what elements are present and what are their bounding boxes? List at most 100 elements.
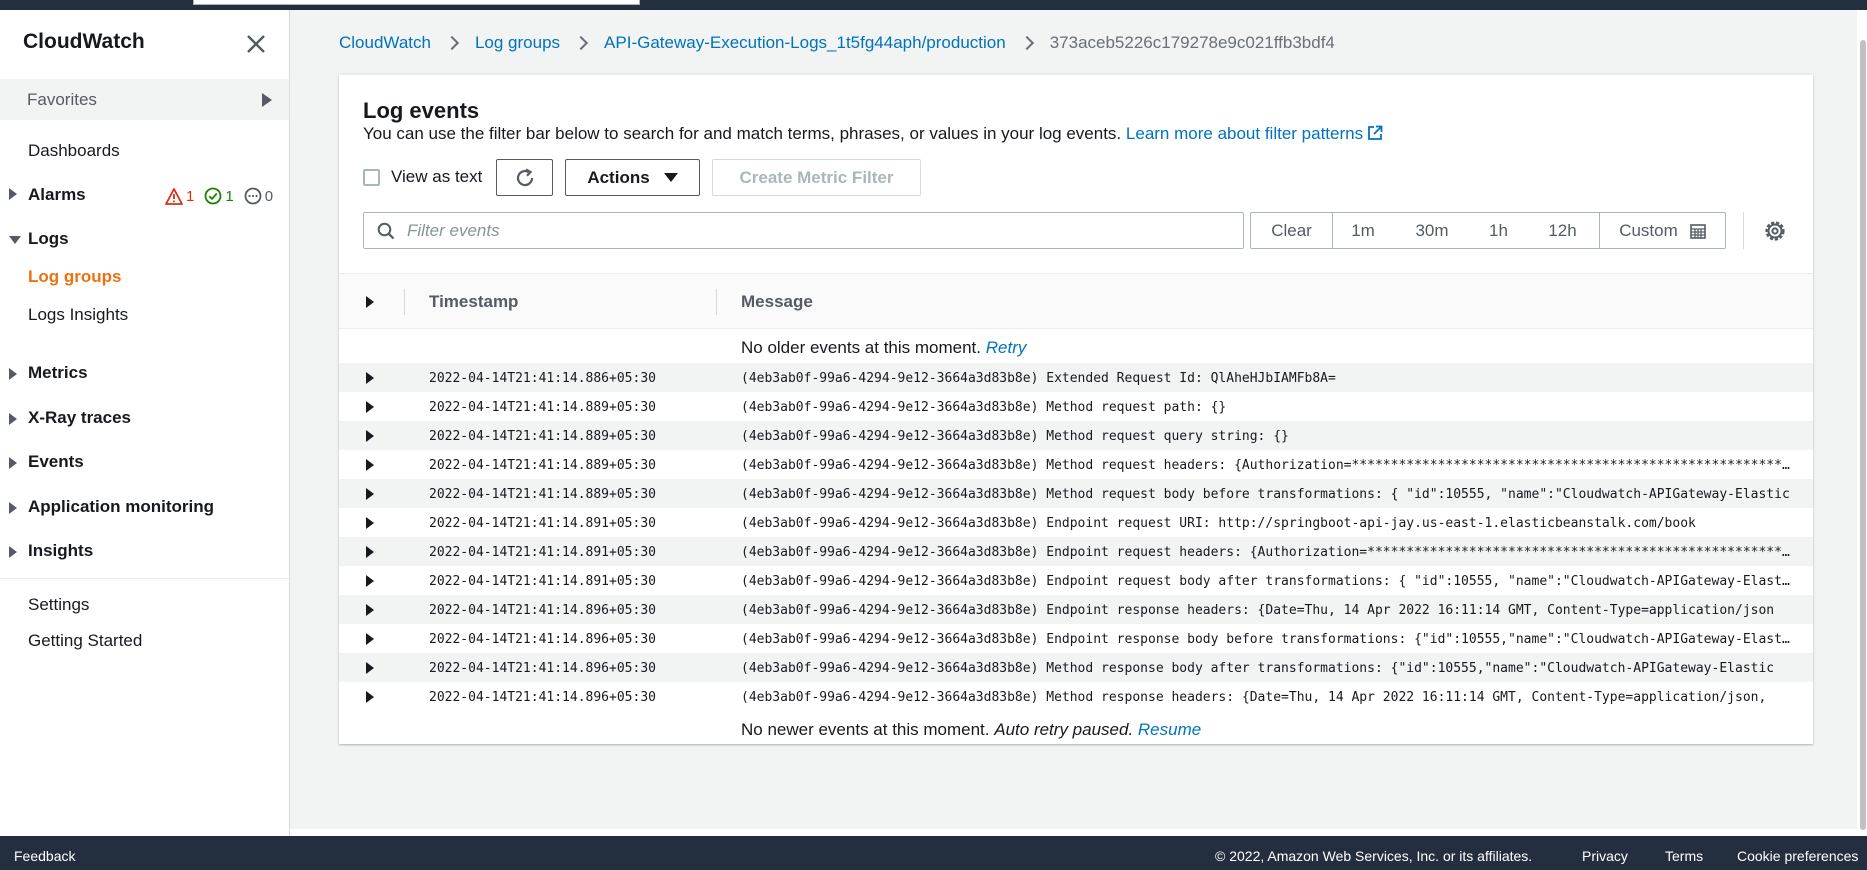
- breadcrumb-log-groups[interactable]: Log groups: [475, 33, 560, 53]
- expand-row-icon[interactable]: [366, 488, 374, 500]
- favorites-section[interactable]: Favorites: [0, 79, 289, 120]
- range-12h[interactable]: 12h: [1526, 213, 1600, 248]
- range-30m[interactable]: 30m: [1393, 213, 1471, 248]
- expand-row-icon[interactable]: [366, 575, 374, 587]
- log-timestamp: 2022-04-14T21:41:14.889+05:30: [429, 487, 656, 502]
- create-metric-filter-button[interactable]: Create Metric Filter: [712, 159, 921, 196]
- table-row[interactable]: 2022-04-14T21:41:14.896+05:30 (4eb3ab0f-9…: [339, 624, 1813, 653]
- table-row[interactable]: 2022-04-14T21:41:14.889+05:30 (4eb3ab0f-9…: [339, 392, 1813, 421]
- column-header-timestamp[interactable]: Timestamp: [429, 292, 518, 312]
- expand-row-icon[interactable]: [366, 459, 374, 471]
- privacy-link[interactable]: Privacy: [1582, 848, 1628, 864]
- table-row[interactable]: 2022-04-14T21:41:14.891+05:30 (4eb3ab0f-9…: [339, 537, 1813, 566]
- insufficient-badge[interactable]: 0: [244, 187, 273, 205]
- table-row[interactable]: 2022-04-14T21:41:14.891+05:30 (4eb3ab0f-9…: [339, 566, 1813, 595]
- expand-row-icon[interactable]: [366, 401, 374, 413]
- expand-row-icon[interactable]: [366, 662, 374, 674]
- search-box-edge[interactable]: [193, 0, 640, 5]
- caret-right-icon[interactable]: [366, 296, 374, 308]
- expand-row-icon[interactable]: [366, 430, 374, 442]
- column-header-message[interactable]: Message: [741, 292, 813, 312]
- console-footer: Feedback © 2022, Amazon Web Services, In…: [0, 836, 1867, 870]
- table-row[interactable]: 2022-04-14T21:41:14.896+05:30 (4eb3ab0f-9…: [339, 595, 1813, 624]
- learn-more-link[interactable]: Learn more about filter patterns: [1126, 124, 1383, 143]
- log-timestamp: 2022-04-14T21:41:14.886+05:30: [429, 371, 656, 386]
- description-text: You can use the filter bar below to sear…: [363, 124, 1122, 143]
- filter-events-field[interactable]: [363, 212, 1244, 249]
- column-divider: [716, 289, 717, 315]
- clear-button[interactable]: Clear: [1251, 213, 1333, 248]
- ok-badge[interactable]: 1: [204, 187, 234, 205]
- table-row[interactable]: 2022-04-14T21:41:14.886+05:30 (4eb3ab0f-9…: [339, 363, 1813, 392]
- sidebar-item-getting-started[interactable]: Getting Started: [28, 631, 142, 651]
- expand-row-icon[interactable]: [366, 372, 374, 384]
- log-message: (4eb3ab0f-99a6-4294-9e12-3664a3d83b8e) E…: [741, 516, 1696, 531]
- alarm-status-badges[interactable]: 1 1 0: [165, 187, 279, 205]
- breadcrumb-log-group[interactable]: API-Gateway-Execution-Logs_1t5fg44aph/pr…: [604, 33, 1006, 53]
- refresh-icon: [516, 168, 533, 186]
- caret-right-icon[interactable]: [9, 188, 17, 200]
- sidebar-item-settings[interactable]: Settings: [28, 595, 89, 615]
- log-timestamp: 2022-04-14T21:41:14.889+05:30: [429, 429, 656, 444]
- search-icon: [377, 222, 395, 239]
- sidebar-item-alarms[interactable]: Alarms: [28, 185, 86, 205]
- resume-link[interactable]: Resume: [1138, 720, 1201, 739]
- view-as-text-checkbox[interactable]: [363, 168, 380, 186]
- caret-right-icon[interactable]: [9, 502, 17, 514]
- column-divider: [404, 289, 405, 315]
- expand-row-icon[interactable]: [366, 691, 374, 703]
- sidebar-item-logs-insights[interactable]: Logs Insights: [28, 305, 128, 325]
- sidebar-item-dashboards[interactable]: Dashboards: [28, 141, 120, 161]
- caret-right-icon[interactable]: [9, 368, 17, 380]
- caret-right-icon[interactable]: [9, 457, 17, 469]
- in-alarm-badge[interactable]: 1: [165, 188, 194, 205]
- gear-icon[interactable]: [1763, 219, 1787, 243]
- expand-row-icon[interactable]: [366, 546, 374, 558]
- caret-down-icon: [663, 173, 678, 182]
- sidebar-item-logs[interactable]: Logs: [28, 229, 69, 249]
- side-navigation: CloudWatch Favorites Dashboards Alarms 1…: [0, 10, 290, 836]
- sidebar-item-events[interactable]: Events: [28, 452, 84, 472]
- caret-right-icon[interactable]: [9, 546, 17, 558]
- custom-range-button[interactable]: Custom: [1600, 213, 1725, 248]
- log-events-panel: Log events You can use the filter bar be…: [339, 74, 1813, 744]
- close-icon[interactable]: [244, 32, 268, 56]
- table-row[interactable]: 2022-04-14T21:41:14.896+05:30 (4eb3ab0f-9…: [339, 653, 1813, 682]
- table-row[interactable]: 2022-04-14T21:41:14.891+05:30 (4eb3ab0f-9…: [339, 508, 1813, 537]
- range-1m[interactable]: 1m: [1333, 213, 1393, 248]
- log-message: (4eb3ab0f-99a6-4294-9e12-3664a3d83b8e) M…: [741, 458, 1791, 473]
- caret-down-icon[interactable]: [9, 236, 21, 244]
- sidebar-item-application-monitoring[interactable]: Application monitoring: [28, 497, 214, 517]
- newer-events-text: No newer events at this moment.: [741, 720, 990, 739]
- log-timestamp: 2022-04-14T21:41:14.896+05:30: [429, 632, 656, 647]
- expand-row-icon[interactable]: [366, 604, 374, 616]
- sidebar-item-metrics[interactable]: Metrics: [28, 363, 88, 383]
- in-alarm-count: 1: [186, 187, 195, 205]
- filter-events-input[interactable]: [407, 220, 1207, 241]
- calendar-icon: [1689, 223, 1706, 239]
- table-row[interactable]: 2022-04-14T21:41:14.896+05:30 (4eb3ab0f-9…: [339, 682, 1813, 711]
- table-row[interactable]: 2022-04-14T21:41:14.889+05:30 (4eb3ab0f-9…: [339, 421, 1813, 450]
- actions-button[interactable]: Actions: [565, 159, 700, 196]
- table-row[interactable]: 2022-04-14T21:41:14.889+05:30 (4eb3ab0f-9…: [339, 450, 1813, 479]
- sidebar-item-log-groups[interactable]: Log groups: [28, 267, 121, 287]
- breadcrumb-cloudwatch[interactable]: CloudWatch: [339, 33, 431, 53]
- sidebar-item-insights[interactable]: Insights: [28, 541, 93, 561]
- top-bar: [0, 0, 1867, 10]
- sidebar-item-xray[interactable]: X-Ray traces: [28, 408, 131, 428]
- table-row[interactable]: 2022-04-14T21:41:14.889+05:30 (4eb3ab0f-9…: [339, 479, 1813, 508]
- retry-link[interactable]: Retry: [986, 338, 1027, 357]
- log-message: (4eb3ab0f-99a6-4294-9e12-3664a3d83b8e) E…: [741, 545, 1791, 560]
- cookie-preferences-link[interactable]: Cookie preferences: [1737, 848, 1858, 864]
- caret-right-icon[interactable]: [9, 413, 17, 425]
- range-1h[interactable]: 1h: [1471, 213, 1526, 248]
- terms-link[interactable]: Terms: [1665, 848, 1703, 864]
- expand-row-icon[interactable]: [366, 517, 374, 529]
- scrollbar-thumb[interactable]: [1860, 40, 1866, 830]
- refresh-button[interactable]: [496, 159, 553, 196]
- expand-row-icon[interactable]: [366, 633, 374, 645]
- log-timestamp: 2022-04-14T21:41:14.891+05:30: [429, 545, 656, 560]
- sidebar-title: CloudWatch: [23, 30, 145, 53]
- log-timestamp: 2022-04-14T21:41:14.891+05:30: [429, 516, 656, 531]
- feedback-link[interactable]: Feedback: [14, 848, 75, 864]
